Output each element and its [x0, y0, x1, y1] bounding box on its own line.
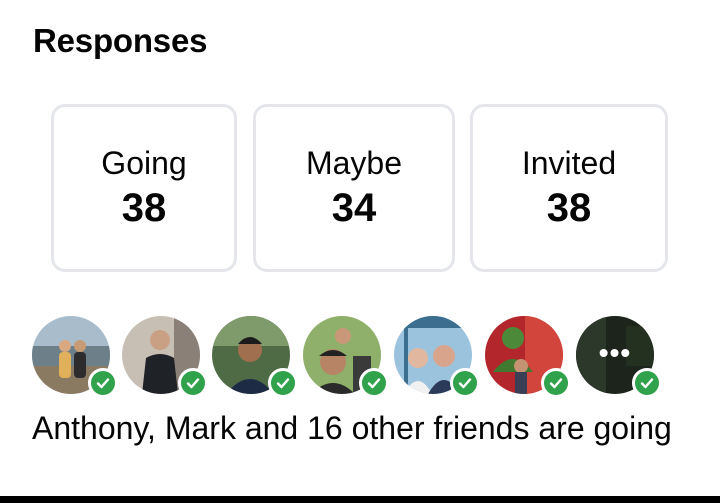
going-check-icon	[359, 368, 389, 398]
going-check-icon	[88, 368, 118, 398]
going-check-icon	[632, 368, 662, 398]
friends-going-summary[interactable]: Anthony, Mark and 16 other friends are g…	[32, 409, 672, 447]
going-label: Going	[101, 145, 187, 181]
invited-label: Invited	[521, 145, 617, 181]
maybe-count: 34	[331, 186, 377, 230]
maybe-count-card[interactable]: Maybe 34	[253, 104, 455, 272]
section-title: Responses	[33, 22, 208, 59]
friend-avatar[interactable]	[485, 316, 571, 398]
friend-avatar[interactable]	[122, 316, 208, 398]
going-check-icon	[178, 368, 208, 398]
bottom-divider	[0, 496, 720, 503]
friend-avatar[interactable]	[212, 316, 298, 398]
friend-avatar[interactable]	[32, 316, 118, 398]
invited-count-card[interactable]: Invited 38	[470, 104, 668, 272]
going-count: 38	[121, 186, 167, 230]
more-friends-button[interactable]: •••	[576, 316, 662, 398]
going-count-card[interactable]: Going 38	[51, 104, 237, 272]
friend-avatar[interactable]	[394, 316, 480, 398]
maybe-label: Maybe	[305, 145, 403, 181]
invited-count: 38	[546, 186, 592, 230]
going-check-icon	[268, 368, 298, 398]
going-check-icon	[450, 368, 480, 398]
friend-avatar[interactable]	[303, 316, 389, 398]
more-dots-icon: •••	[598, 337, 632, 368]
going-check-icon	[541, 368, 571, 398]
